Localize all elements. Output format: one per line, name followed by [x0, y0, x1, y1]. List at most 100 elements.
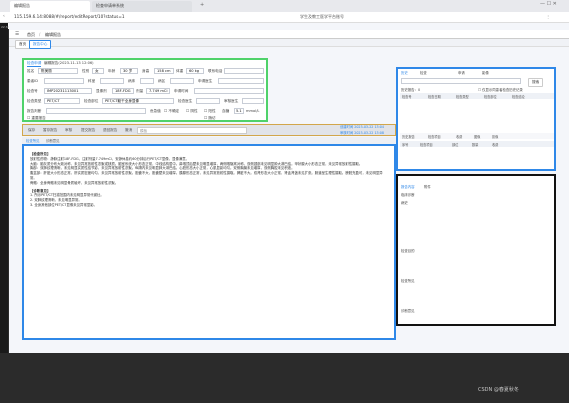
toolbar-return-button[interactable]: 退回报告 — [101, 127, 119, 134]
bed-label: 病床 — [128, 79, 136, 83]
nav-separator: / — [39, 32, 41, 37]
col-header: 序号 — [402, 143, 409, 147]
diagnosis-label: 诊断意见 — [401, 309, 415, 313]
toolbar-save-button[interactable]: 保存 — [26, 127, 37, 134]
toolbar-temp-save-button[interactable]: 暂存报告 — [41, 127, 59, 134]
checkbox-positive-label: 阳性 — [208, 109, 216, 113]
tab-diagnosis[interactable]: 诊断意见 — [46, 138, 60, 143]
window-controls-icon[interactable]: — ☐ ✕ — [540, 1, 557, 7]
url-field[interactable]: 115.159.6.14:8088/#/report/editReport/10… — [14, 14, 164, 21]
template-search-input[interactable]: 模板 — [137, 127, 247, 134]
critical-label: 危急值 — [150, 109, 161, 113]
created-time: 创建时间 2023-03-22 13:04 — [340, 125, 384, 129]
ward-field[interactable] — [170, 78, 194, 84]
toolbar-submit-report-button[interactable]: 提交报告 — [79, 127, 97, 134]
tab-edit-report[interactable]: 编辑报告(2023-11-13 12:06) — [44, 61, 94, 66]
browser-tab-label: 编辑报告 — [14, 3, 30, 8]
history-label: 病史 — [401, 201, 408, 205]
tab-findings[interactable]: 检查所见 — [26, 138, 40, 143]
checkbox-negative[interactable]: ☐ 阴性 — [186, 109, 198, 114]
left-sidebar-strip: 22.SYN — [0, 23, 12, 403]
contact-label: 联系电话 — [208, 69, 223, 73]
checkbox-negative-label: 阴性 — [190, 109, 198, 113]
history-count: 历史报告：0 — [401, 88, 421, 92]
important-report-checkbox[interactable]: ☐ 重要报告 — [27, 116, 46, 121]
page-tab-report[interactable]: 报告中心 — [29, 40, 52, 49]
history-table-header: 检查号 检查日期 检查类型 检查部位 检查结论 — [400, 93, 554, 99]
browser-tab-active[interactable]: 编辑报告 — [10, 1, 90, 12]
name-value: 陈美丽 — [41, 69, 52, 73]
diagnosis-line: 3. 全身其他部位PET/CT显像未见异常显影。 — [30, 202, 98, 207]
subtab[interactable]: 收费 — [456, 134, 462, 139]
age-value: 30 岁 — [123, 69, 133, 73]
tab-history[interactable]: 历史 — [401, 70, 408, 75]
report-editor[interactable]: 【检查所见】 放射性药物：静脉注射18F-FDG，注射剂量7.749mCi，安静… — [22, 144, 396, 340]
checkbox-positive[interactable]: ☐ 阳性 — [204, 109, 216, 114]
tab-apply[interactable]: 申请 — [458, 70, 465, 75]
tab-image[interactable]: 影像 — [482, 70, 489, 75]
apply-time-field[interactable] — [194, 88, 264, 94]
finding-field[interactable] — [46, 108, 146, 114]
nav-home[interactable]: 首页 — [27, 32, 35, 38]
col-header: 检查结论 — [512, 95, 525, 99]
pid-field[interactable] — [44, 78, 84, 84]
age-label: 年龄 — [108, 69, 116, 73]
page-tab-home[interactable]: 首页 — [15, 40, 31, 49]
dept-label: 科室 — [88, 79, 96, 83]
toolbar-review-button[interactable]: 审核 — [63, 127, 74, 134]
new-tab-icon[interactable]: + — [200, 2, 204, 8]
history-panel: 历史 检查 申请 影像 搜索 历史报告：0 ☐ 仅显示同患者检查历史记录 检查号… — [396, 67, 556, 171]
tab-exam[interactable]: 检查 — [420, 70, 427, 75]
exam-type-label: 检查类型 — [27, 99, 42, 103]
patient-info-panel: 检查申请 编辑报告(2023-11-13 12:06) 姓名 陈美丽 性别 女 … — [22, 58, 268, 122]
review-dr-field[interactable] — [242, 98, 264, 104]
status-text: 学生及教工医学平台账号 — [300, 14, 344, 19]
bed-field[interactable] — [140, 78, 154, 84]
accession-value: IMP20231113001 — [47, 89, 79, 93]
contact-field[interactable] — [224, 68, 264, 74]
back-icon[interactable]: ‹ — [3, 14, 5, 19]
exam-findings-label: 检查所见 — [401, 279, 415, 283]
history-search-button[interactable]: 搜索 — [528, 78, 544, 87]
dose-value: 7.749 mCi — [149, 89, 168, 93]
dept-field[interactable] — [100, 78, 124, 84]
subtab[interactable]: 影像 — [492, 134, 498, 139]
exam-type-value: PET/CT — [47, 99, 60, 103]
history-search-input[interactable] — [401, 78, 521, 84]
browser-tab[interactable]: 检查申请单系统 — [92, 1, 192, 12]
same-patient-label: 仅显示同患者检查历史记录 — [482, 88, 523, 92]
report-paragraph: 骨骼：全身骨骼未见明显骨质破坏，未见异常放射性浓聚。 — [30, 180, 119, 185]
tab-exam-apply[interactable]: 检查申请 — [27, 61, 42, 67]
menu-icon[interactable]: ⋮ — [546, 14, 550, 19]
report-dr-field[interactable] — [218, 78, 264, 84]
tab-report-content[interactable]: 报告内容 — [401, 184, 415, 189]
sex-label: 性别 — [82, 69, 90, 73]
checkbox-uncertain[interactable]: ☐ 不确定 — [164, 109, 179, 114]
toolbar-undo-button[interactable]: 撤消 — [123, 127, 134, 134]
review-dr-label: 审核医生 — [224, 99, 239, 103]
desktop-background — [0, 353, 569, 403]
follow-up-checkbox[interactable]: ☐ 随访 — [204, 116, 216, 121]
finding-label: 报告判断 — [27, 109, 42, 113]
important-report-label: 重要报告 — [31, 116, 46, 120]
subtab[interactable]: 图像 — [474, 134, 480, 139]
subtab[interactable]: 历史报告 — [402, 134, 415, 139]
tracer-label: 显像剂 — [96, 89, 107, 93]
ward-label: 病区 — [158, 79, 166, 83]
weight-label: 体重 — [176, 69, 184, 73]
pid-label: 患者ID — [27, 79, 39, 83]
subtab[interactable]: 检查项目 — [428, 134, 441, 139]
report-paragraph: 腹盆部：肝脏大小形态正常，肝实质密度均匀，未见异常放射性浓聚。胆囊不大，胆囊壁未… — [30, 171, 383, 180]
follow-up-label: 随访 — [208, 116, 216, 120]
exam-dr-field[interactable] — [196, 98, 220, 104]
app-nav-bar: ☰ 首页 / 编辑报告 — [9, 30, 569, 39]
menu-toggle-icon[interactable]: ☰ — [15, 32, 19, 37]
same-patient-checkbox[interactable]: ☐ 仅显示同患者检查历史记录 — [478, 87, 523, 92]
reviewed-time: 审核时间 2023-03-22 13:08 — [340, 131, 384, 135]
glucose-unit: mmol/L — [246, 109, 260, 113]
tab-attachment[interactable]: 附件 — [424, 184, 431, 189]
col-header: 检查部位 — [484, 95, 497, 99]
subtabs-bar: 历史报告 检查项目 收费 图像 影像 — [400, 133, 554, 139]
glucose-value: 5.1 — [236, 109, 242, 113]
browser-tab-label: 检查申请单系统 — [96, 3, 124, 8]
